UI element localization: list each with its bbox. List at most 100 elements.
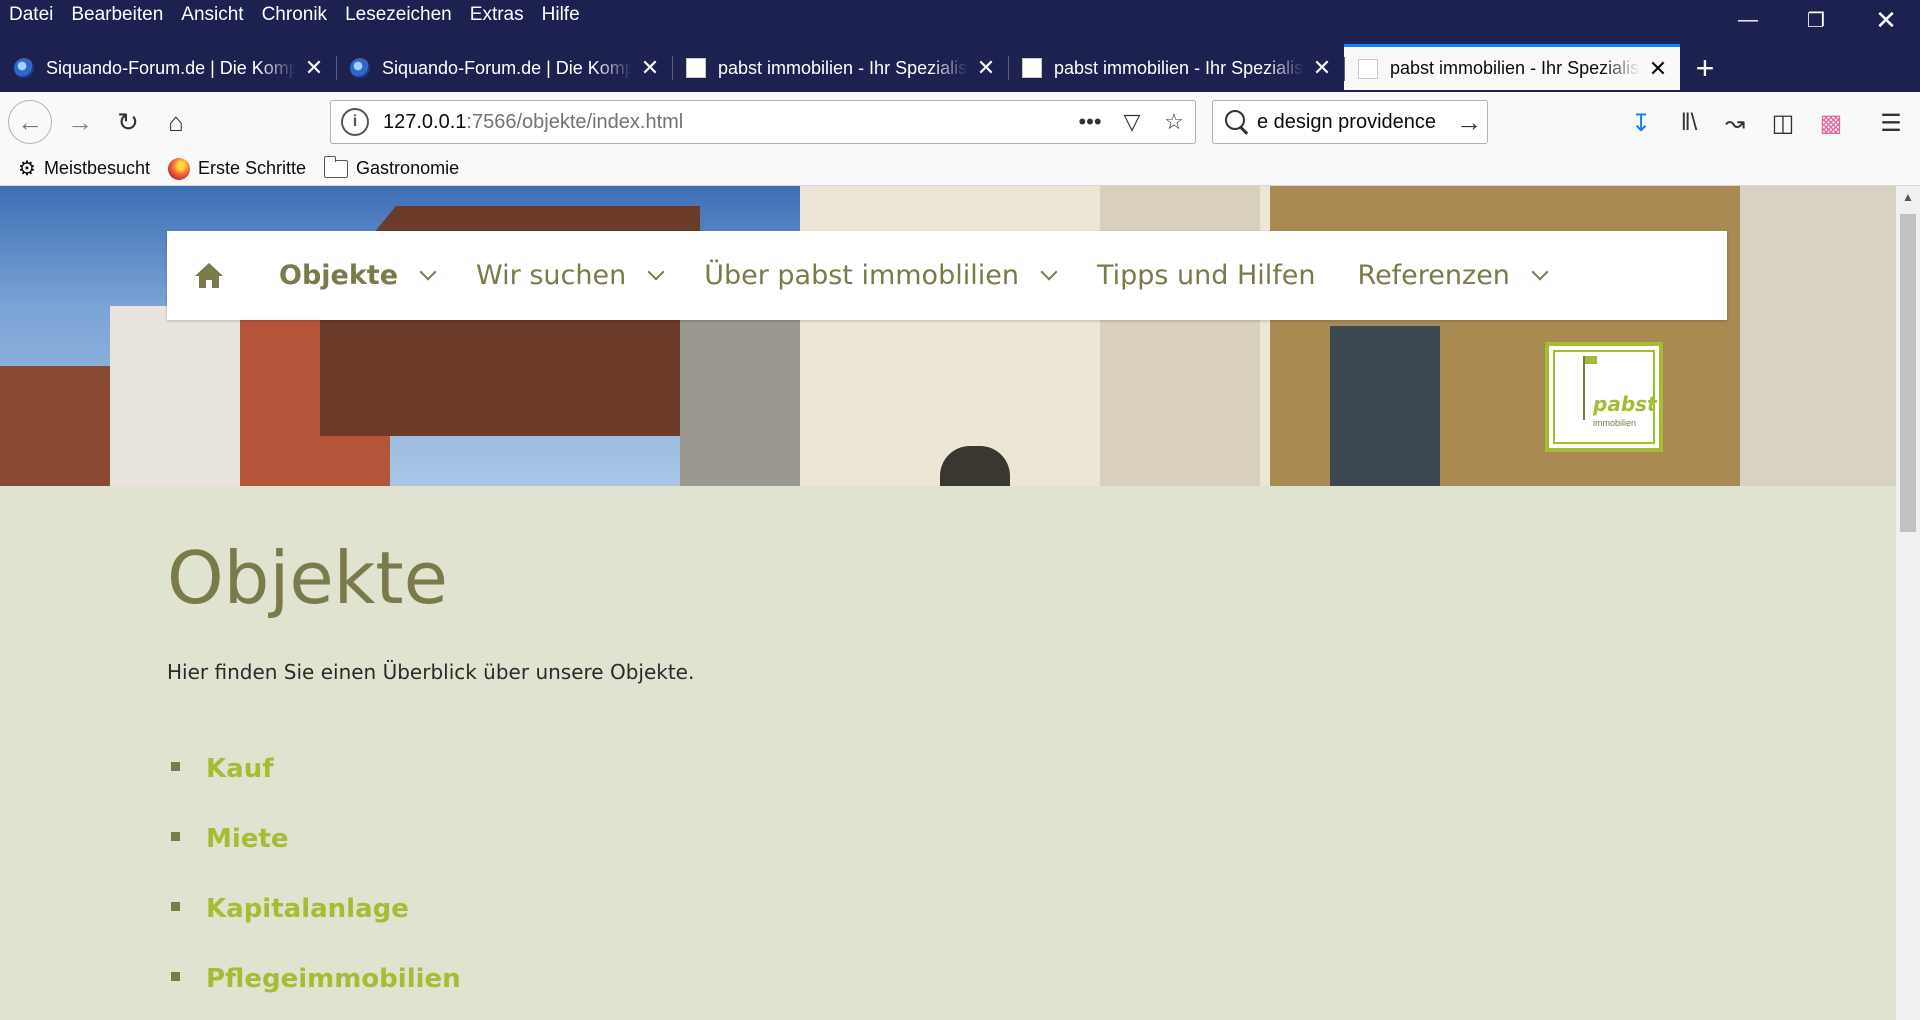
link-kauf[interactable]: Kauf [206,754,274,784]
nav-item-wir-suchen[interactable]: Wir suchen [476,260,665,291]
tab-4[interactable]: pabst immobilien - Ihr Spezialis ✕ [1008,46,1344,90]
tab-title: pabst immobilien - Ihr Spezialis [1390,58,1640,78]
pabst-logo[interactable]: pabst immobilien [1545,342,1663,452]
menu-bar: Datei Bearbeiten Ansicht Chronik Lesezei… [0,0,589,30]
hero-window [1330,326,1440,486]
siquando-icon [350,58,370,78]
bullet-icon [171,831,180,841]
chevron-down-icon [647,263,665,280]
menu-bearbeiten[interactable]: Bearbeiten [71,4,163,26]
bookmark-gastronomie[interactable]: Gastronomie [323,155,460,179]
close-window-button[interactable]: ✕ [1852,0,1920,40]
list-item: Pflegeimmobilien [167,944,694,1014]
extension-icon[interactable]: ▩ [1814,106,1848,140]
nav-item-label: Objekte [279,260,399,291]
menu-extras[interactable]: Extras [470,4,524,26]
close-tab-icon[interactable]: ✕ [302,55,326,81]
site-main-nav: Objekte Wir suchen Über pabst immoblilie… [167,231,1727,320]
bookmark-label: Gastronomie [356,158,460,178]
url-bar[interactable]: i 127.0.0.1:7566/objekte/index.html ••• … [330,100,1196,144]
nav-item-label: Über pabst immoblilien [704,260,1019,291]
nav-item-tipps[interactable]: Tipps und Hilfen [1097,260,1316,291]
nav-item-referenzen[interactable]: Referenzen [1357,260,1549,291]
link-miete[interactable]: Miete [206,824,288,854]
home-button[interactable]: ⌂ [156,102,196,142]
nav-item-label: Tipps und Hilfen [1096,260,1316,291]
bullet-icon [171,901,180,911]
url-host: 127.0.0.1 [383,110,467,133]
close-tab-icon[interactable]: ✕ [638,55,662,81]
library-icon[interactable]: ‖\ [1672,106,1706,140]
tab-3[interactable]: pabst immobilien - Ihr Spezialis ✕ [672,46,1008,90]
hamburger-menu-icon[interactable]: ☰ [1874,106,1908,140]
flag-icon [1583,356,1597,420]
bookmark-meistbesucht[interactable]: ⚙ Meistbesucht [18,156,150,181]
info-icon[interactable]: i [341,108,369,136]
main-content: Objekte Hier finden Sie einen Überblick … [167,536,694,1014]
page-icon [686,58,706,78]
link-kapitalanlage[interactable]: Kapitalanlage [206,894,409,924]
objekte-link-list: Kauf Miete Kapitalanlage Pflegeimmobilie… [167,734,694,1014]
forward-button[interactable]: → [60,102,100,142]
tab-title: pabst immobilien - Ihr Spezialis [1054,57,1304,78]
list-item: Kapitalanlage [167,874,694,944]
tab-title: Siquando-Forum.de | Die Komp [46,57,296,78]
restore-button[interactable]: ❐ [1782,0,1850,40]
search-icon [1221,106,1253,138]
nav-item-objekte[interactable]: Objekte [279,260,437,291]
link-pflegeimmobilien[interactable]: Pflegeimmobilien [206,964,461,994]
menu-ansicht[interactable]: Ansicht [181,4,243,26]
folder-icon [323,155,349,178]
bookmark-label: Erste Schritte [198,158,307,178]
vertical-scrollbar[interactable]: ▲ [1896,186,1920,1020]
tab-2[interactable]: Siquando-Forum.de | Die Komp ✕ [336,46,672,90]
page-icon [1022,58,1042,78]
back-button[interactable]: ← [8,100,52,144]
search-input[interactable]: e design providence [1257,111,1451,134]
close-tab-icon[interactable]: ✕ [1310,55,1334,81]
list-item: Kauf [167,734,694,804]
page-viewport: Objekte Wir suchen Über pabst immoblilie… [0,186,1896,1020]
menu-datei[interactable]: Datei [9,4,53,26]
home-icon[interactable] [193,260,225,292]
pocket-icon[interactable]: ▽ [1111,109,1153,135]
bookmarks-toolbar: ⚙ Meistbesucht Erste Schritte Gastronomi… [0,152,1920,186]
nav-toolbar: ← → ↻ ⌂ i 127.0.0.1:7566/objekte/index.h… [0,92,1920,152]
page-title: Objekte [167,536,448,620]
reload-button[interactable]: ↻ [108,102,148,142]
sidebar-icon[interactable]: ◫ [1766,106,1800,140]
close-tab-icon[interactable]: ✕ [974,55,998,81]
bookmark-erste-schritte[interactable]: Erste Schritte [168,157,307,180]
nav-item-ueber-pabst[interactable]: Über pabst immoblilien [704,260,1058,291]
firefox-icon [168,157,190,180]
tab-title: Siquando-Forum.de | Die Komp [382,57,632,78]
scrollbar-thumb[interactable] [1900,214,1916,532]
tab-title: pabst immobilien - Ihr Spezialis [718,57,968,78]
menu-lesezeichen[interactable]: Lesezeichen [345,4,452,26]
chevron-down-icon [1531,263,1549,280]
minimize-button[interactable]: — [1714,0,1782,40]
sync-icon[interactable]: ↝ [1718,106,1752,140]
bookmark-star-icon[interactable]: ☆ [1153,109,1195,135]
scroll-up-icon[interactable]: ▲ [1896,186,1920,208]
download-icon[interactable]: ↧ [1624,106,1658,140]
menu-hilfe[interactable]: Hilfe [542,4,580,26]
url-text[interactable]: 127.0.0.1:7566/objekte/index.html [383,111,1069,134]
logo-subtext: immobilien [1593,418,1637,428]
page-icon [1358,58,1378,79]
close-tab-icon[interactable]: ✕ [1646,56,1670,82]
new-tab-button[interactable]: + [1680,46,1730,90]
search-go-icon[interactable]: → [1451,107,1487,138]
nav-item-label: Wir suchen [476,260,627,291]
url-path: :7566/objekte/index.html [466,110,684,133]
nav-item-label: Referenzen [1357,260,1510,291]
menu-chronik[interactable]: Chronik [262,4,327,26]
tab-5-active[interactable]: pabst immobilien - Ihr Spezialis ✕ [1344,44,1680,90]
gear-icon: ⚙ [18,158,36,180]
chevron-down-icon [419,263,437,280]
search-bar[interactable]: e design providence → [1212,100,1488,144]
page-actions-icon[interactable]: ••• [1069,109,1111,135]
browser-titlebar: Datei Bearbeiten Ansicht Chronik Lesezei… [0,0,1920,92]
tab-1[interactable]: Siquando-Forum.de | Die Komp ✕ [0,46,336,90]
hero-pillar [1740,186,1896,486]
